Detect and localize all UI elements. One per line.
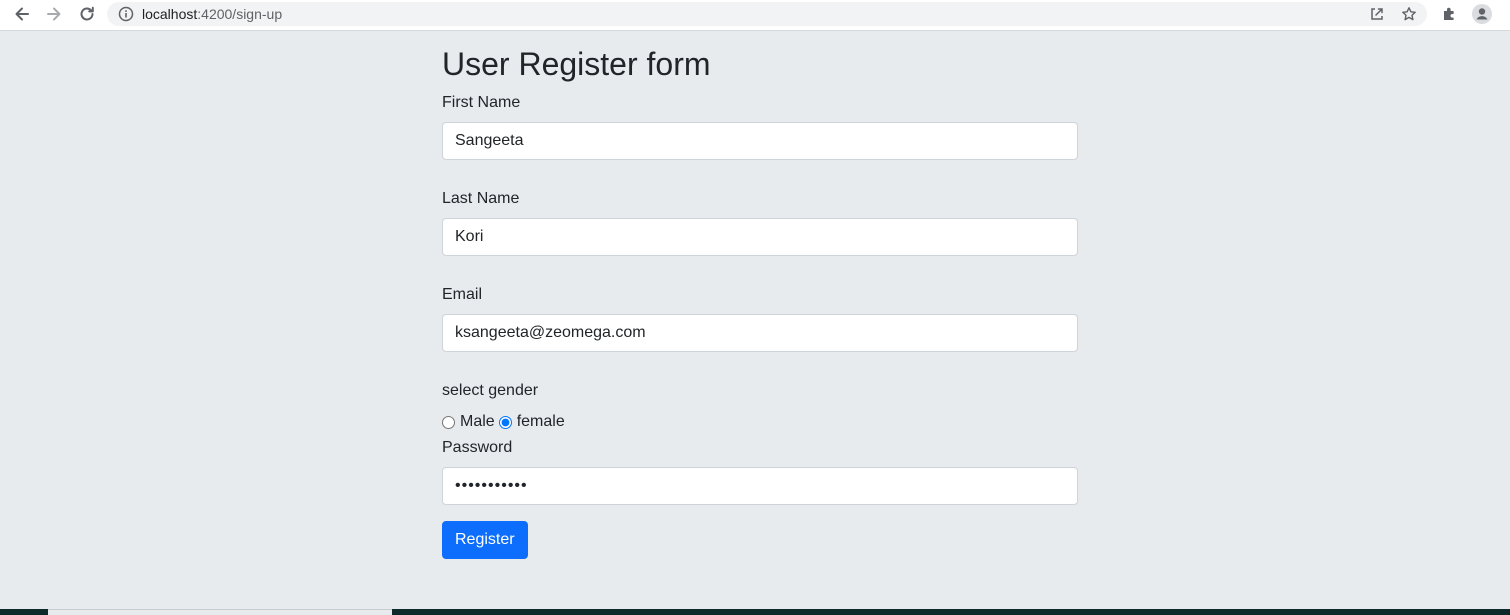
puzzle-extension-icon[interactable] [1441, 5, 1459, 23]
forward-arrow-icon[interactable] [43, 4, 65, 24]
url-path: :4200/sign-up [197, 6, 283, 22]
email-label: Email [442, 286, 483, 303]
info-icon[interactable] [118, 6, 134, 22]
register-button[interactable]: Register [442, 521, 528, 559]
gender-radio-male[interactable] [442, 415, 455, 429]
profile-avatar-icon[interactable] [1472, 4, 1492, 24]
last-name-label: Last Name [442, 190, 520, 207]
page-title: User Register form [442, 46, 711, 82]
email-input[interactable] [442, 314, 1078, 352]
share-icon[interactable] [1369, 6, 1385, 22]
browser-toolbar: localhost:4200/sign-up [0, 0, 1510, 31]
star-icon[interactable] [1401, 6, 1417, 22]
url-text[interactable]: localhost:4200/sign-up [142, 6, 282, 22]
first-name-input[interactable] [442, 122, 1078, 160]
os-taskbar [0, 609, 1510, 615]
gender-radio-female[interactable] [498, 415, 512, 429]
url-host: localhost [142, 6, 198, 22]
gender-option-male-label: Male [460, 413, 495, 430]
password-label: Password [442, 439, 513, 456]
password-input[interactable] [442, 467, 1078, 505]
gender-label: select gender [442, 382, 539, 399]
gender-radio-group: Male female [442, 412, 1078, 432]
taskbar-active-window[interactable] [48, 609, 392, 615]
back-arrow-icon[interactable] [11, 4, 33, 24]
last-name-input[interactable] [442, 218, 1078, 256]
reload-icon[interactable] [76, 4, 98, 24]
register-form: User Register form First Name Last Name … [442, 45, 1078, 559]
address-bar[interactable]: localhost:4200/sign-up [107, 2, 1427, 26]
first-name-label: First Name [442, 94, 521, 111]
gender-option-female-label: female [516, 413, 565, 430]
